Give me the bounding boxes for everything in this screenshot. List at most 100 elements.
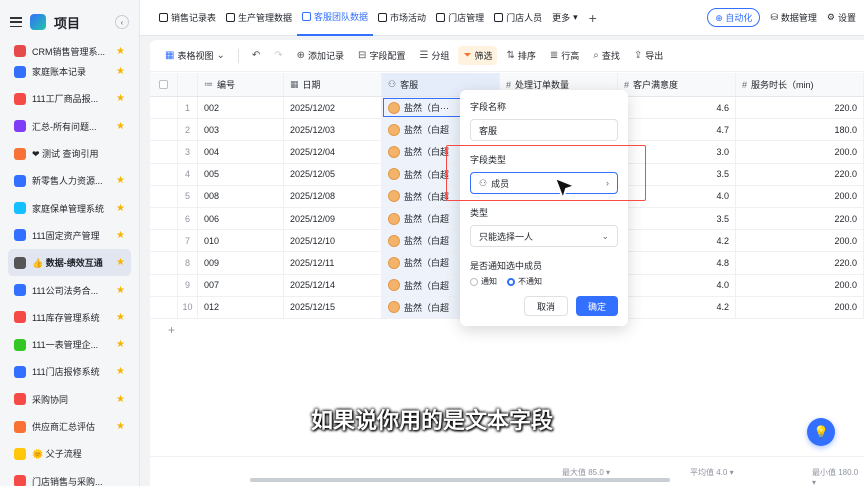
cell-satisfaction[interactable]: 4.8 [618, 252, 736, 274]
search-button[interactable]: ⌕ 查找 [588, 46, 625, 65]
cell-date[interactable]: 2025/12/11 [284, 252, 382, 274]
sidebar-item[interactable]: 111工厂商品报... ★ [8, 85, 131, 112]
select-all-checkbox[interactable] [150, 73, 178, 96]
star-icon[interactable]: ★ [116, 257, 125, 268]
cell-id[interactable]: 002 [198, 97, 284, 119]
row-checkbox-cell[interactable] [150, 185, 178, 207]
cell-duration[interactable]: 200.0 [736, 185, 864, 207]
star-icon[interactable]: ★ [116, 230, 125, 241]
column-header-duration[interactable]: # 服务时长（min) [736, 73, 864, 96]
row-checkbox-cell[interactable] [150, 230, 178, 252]
cell-id[interactable]: 005 [198, 163, 284, 185]
tab[interactable]: 客服团队数据 [297, 0, 374, 36]
automation-button[interactable]: ⊕ 自动化 [707, 8, 761, 27]
cell-duration[interactable]: 200.0 [736, 296, 864, 318]
help-button[interactable]: 💡 [807, 418, 835, 446]
sort-button[interactable]: ⇅ 排序 [501, 46, 540, 65]
cell-duration[interactable]: 220.0 [736, 207, 864, 230]
group-button[interactable]: ☰ 分组 [414, 46, 454, 65]
add-record-button[interactable]: ⊕ 添加记录 [292, 46, 349, 65]
cell-id[interactable]: 007 [198, 274, 284, 296]
row-checkbox-cell[interactable] [150, 207, 178, 230]
tab[interactable]: 生产管理数据 [221, 0, 297, 36]
cell-duration[interactable]: 200.0 [736, 230, 864, 252]
cell-date[interactable]: 2025/12/05 [284, 163, 382, 185]
sidebar-item[interactable]: 111固定资产管理 ★ [8, 222, 131, 249]
cell-duration[interactable]: 220.0 [736, 252, 864, 274]
star-icon[interactable]: ★ [116, 46, 125, 57]
star-icon[interactable]: ★ [116, 203, 125, 214]
star-icon[interactable]: ★ [116, 175, 125, 186]
collapse-sidebar-icon[interactable]: ‹ [115, 15, 129, 29]
undo-button[interactable]: ↶ [247, 47, 265, 64]
tab[interactable]: 门店管理 [431, 0, 489, 36]
sidebar-item[interactable]: 111公司法务合... ★ [8, 276, 131, 303]
column-header-date[interactable]: ▦ 日期 [284, 73, 382, 96]
horizontal-scrollbar[interactable] [250, 478, 670, 482]
filter-button[interactable]: ⏷ 筛选 [458, 46, 498, 65]
column-header-id[interactable]: ≔ 编号 [198, 73, 284, 96]
cell-id[interactable]: 004 [198, 141, 284, 163]
star-icon[interactable]: ★ [116, 121, 125, 132]
cell-duration[interactable]: 200.0 [736, 141, 864, 163]
row-checkbox-cell[interactable] [150, 97, 178, 119]
sidebar-item[interactable]: 新零售人力资源... ★ [8, 167, 131, 194]
sidebar-item[interactable]: 🌞 父子流程 [8, 440, 131, 467]
sidebar-item[interactable]: CRM销售管理系... ★ [8, 44, 131, 58]
star-icon[interactable]: ★ [116, 93, 125, 104]
tab[interactable]: 更多 ▾ [547, 0, 583, 36]
star-icon[interactable]: ★ [116, 339, 125, 350]
cell-date[interactable]: 2025/12/10 [284, 230, 382, 252]
redo-button[interactable]: ↷ [269, 47, 287, 64]
star-icon[interactable]: ★ [116, 366, 125, 377]
cell-date[interactable]: 2025/12/04 [284, 141, 382, 163]
row-checkbox-cell[interactable] [150, 141, 178, 163]
cell-id[interactable]: 012 [198, 296, 284, 318]
confirm-button[interactable]: 确定 [575, 296, 618, 316]
star-icon[interactable]: ★ [116, 312, 125, 323]
cell-satisfaction[interactable]: 4.0 [618, 274, 736, 296]
cell-satisfaction[interactable]: 4.2 [618, 230, 736, 252]
sidebar-item[interactable]: 家庭账本记录 ★ [8, 58, 131, 85]
cell-date[interactable]: 2025/12/15 [284, 296, 382, 318]
kind-select[interactable]: 只能选择一人 ⌄ [470, 225, 618, 247]
sidebar-item[interactable]: 111一表管理企... ★ [8, 331, 131, 358]
row-checkbox-cell[interactable] [150, 296, 178, 318]
tab[interactable]: 门店人员 [489, 0, 547, 36]
export-button[interactable]: ⇪ 导出 [629, 46, 668, 65]
field-name-input[interactable]: 客服 [470, 119, 618, 141]
field-config-button[interactable]: ⊟ 字段配置 [353, 46, 410, 65]
cell-duration[interactable]: 180.0 [736, 119, 864, 141]
cell-date[interactable]: 2025/12/09 [284, 207, 382, 230]
cell-satisfaction[interactable]: 4.7 [618, 119, 736, 141]
settings-button[interactable]: ⚙ 设置 [827, 11, 856, 24]
cell-id[interactable]: 008 [198, 185, 284, 207]
view-switcher[interactable]: ▦ 表格视图 ⌄ [160, 46, 230, 65]
notify-yes-radio[interactable]: 通知 [470, 276, 497, 287]
cell-id[interactable]: 006 [198, 207, 284, 230]
row-checkbox-cell[interactable] [150, 163, 178, 185]
star-icon[interactable]: ★ [116, 285, 125, 296]
sidebar-item[interactable]: 👍 数据-绩效互通 ★ [8, 249, 131, 277]
cell-date[interactable]: 2025/12/02 [284, 97, 382, 119]
notify-no-radio[interactable]: 不通知 [507, 276, 542, 287]
star-icon[interactable]: ★ [116, 66, 125, 77]
add-tab-icon[interactable]: + [583, 10, 603, 26]
sidebar-item[interactable]: 门店销售与采购... [8, 467, 131, 486]
status-min[interactable]: 最小值 180.0 ▾ [812, 467, 864, 486]
sidebar-item[interactable]: ❤ 测试 查询引用 [8, 140, 131, 167]
status-max[interactable]: 最大值 85.0 ▾ [562, 467, 610, 478]
cell-date[interactable]: 2025/12/03 [284, 119, 382, 141]
cell-satisfaction[interactable]: 4.6 [618, 97, 736, 119]
cell-satisfaction[interactable]: 3.5 [618, 207, 736, 230]
tab[interactable]: 销售记录表 [154, 0, 221, 36]
column-header-satisfaction[interactable]: # 客户满意度 [618, 73, 736, 96]
sidebar-item[interactable]: 汇总-所有问题... ★ [8, 113, 131, 140]
cell-id[interactable]: 010 [198, 230, 284, 252]
cell-duration[interactable]: 220.0 [736, 163, 864, 185]
status-avg[interactable]: 平均值 4.0 ▾ [690, 467, 734, 478]
tab[interactable]: 市场活动 [373, 0, 431, 36]
cell-duration[interactable]: 200.0 [736, 274, 864, 296]
sidebar-item[interactable]: 111门店报修系统 ★ [8, 358, 131, 385]
cell-duration[interactable]: 220.0 [736, 97, 864, 119]
